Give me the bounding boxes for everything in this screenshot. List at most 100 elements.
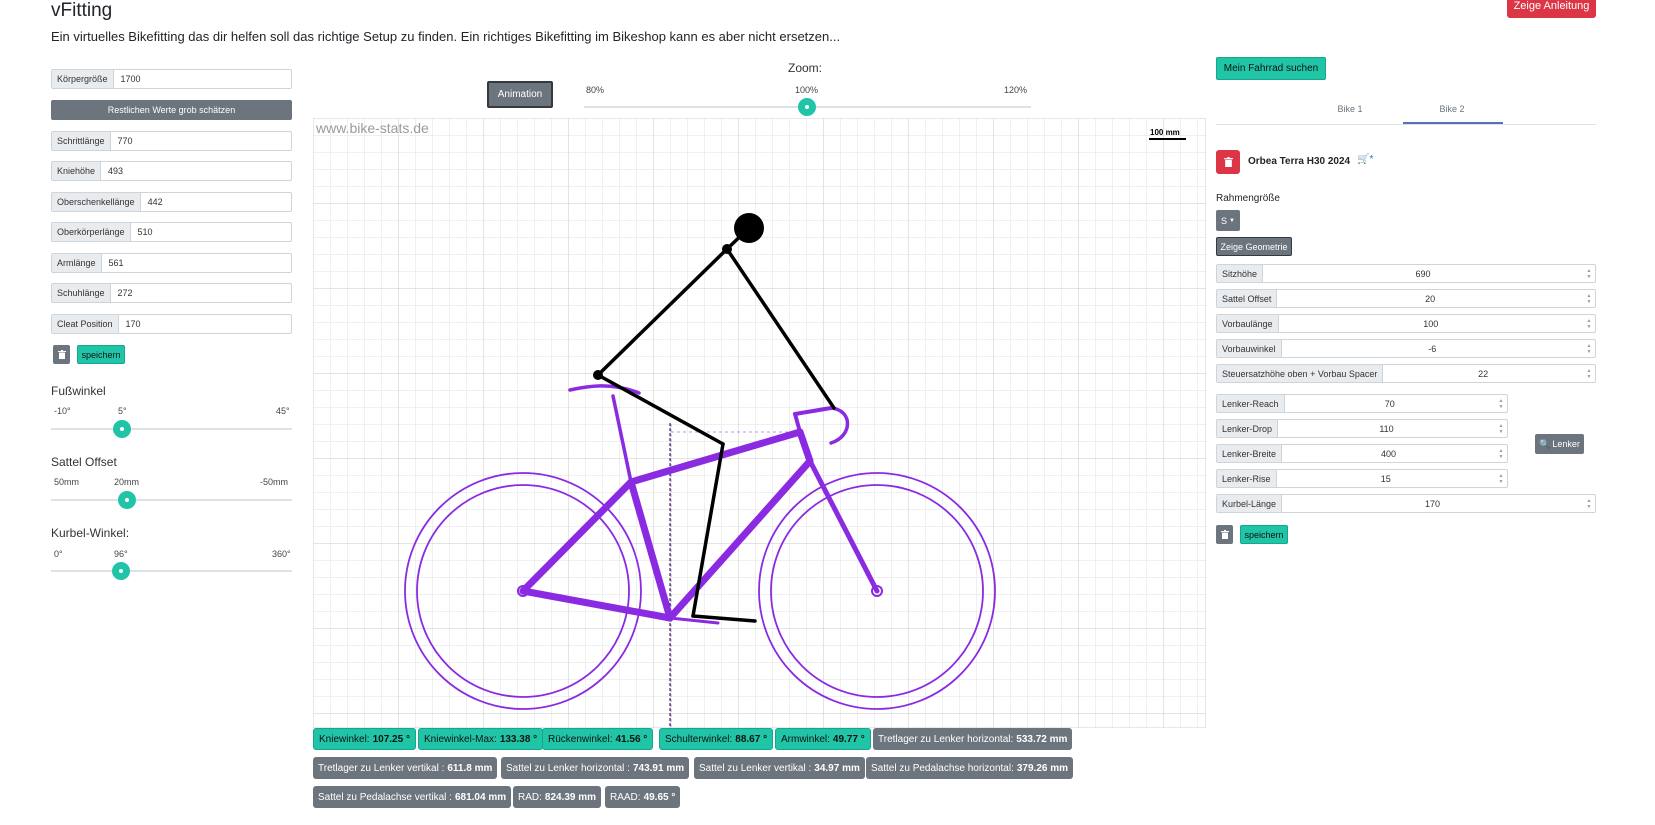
tabs-divider bbox=[1216, 124, 1596, 125]
zoom-handle[interactable] bbox=[798, 98, 816, 116]
metric-value: 107.25 ° bbox=[372, 733, 410, 745]
field-value[interactable]: 561 bbox=[102, 254, 131, 272]
fitting-canvas[interactable]: www.bike-stats.de 100 mm bbox=[313, 118, 1206, 728]
stepper-icon[interactable]: ▲ ▼ bbox=[1583, 265, 1595, 282]
crank-angle-track[interactable] bbox=[51, 570, 292, 572]
crank-angle-current: 96° bbox=[114, 549, 128, 559]
field-value[interactable]: 690 bbox=[1263, 265, 1583, 282]
stem-angle-field[interactable]: Vorbauwinkel -6 ▲ ▼ bbox=[1216, 339, 1596, 358]
stem-length-field[interactable]: Vorbaulänge 100 ▲ ▼ bbox=[1216, 314, 1596, 333]
metric-label: Tretlager zu Lenker vertikal : bbox=[318, 762, 445, 774]
cart-icon[interactable]: 🛒* bbox=[1357, 154, 1373, 165]
field-value[interactable]: 493 bbox=[101, 162, 130, 180]
saddle-offset-track[interactable] bbox=[51, 499, 292, 501]
body-height-value[interactable]: 1700 bbox=[114, 70, 148, 88]
field-value[interactable]: 110 bbox=[1278, 420, 1495, 437]
stepper-icon[interactable]: ▲ ▼ bbox=[1495, 420, 1507, 437]
field-value[interactable]: 770 bbox=[111, 132, 140, 150]
zoom-max: 120% bbox=[1004, 85, 1028, 95]
metric-badge: Sattel zu Lenker vertikal :34.97 mm bbox=[694, 757, 865, 779]
stepper-icon[interactable]: ▲ ▼ bbox=[1583, 365, 1595, 382]
metric-value: 533.72 mm bbox=[1016, 733, 1068, 745]
arm-length-field[interactable]: Armlänge 561 bbox=[51, 253, 292, 273]
metric-badge: Kniewinkel: 107.25 ° bbox=[313, 728, 416, 750]
crank-angle-handle[interactable] bbox=[112, 562, 130, 580]
saddle-offset-field[interactable]: Sattel Offset 20 ▲ ▼ bbox=[1216, 289, 1596, 308]
delete-button[interactable] bbox=[53, 345, 70, 364]
field-label: Vorbaulänge bbox=[1217, 315, 1279, 332]
metric-label: Rückenwinkel: bbox=[548, 733, 613, 745]
metric-value: 49.77 ° bbox=[832, 733, 865, 745]
headset-spacer-field[interactable]: Steuersatzhöhe oben + Vorbau Spacer 22 ▲ ▼ bbox=[1216, 364, 1596, 383]
field-label: Kniehöhe bbox=[52, 162, 102, 180]
field-value[interactable]: 272 bbox=[111, 284, 140, 302]
tab-bike-1[interactable]: Bike 1 bbox=[1320, 104, 1380, 114]
saddle-offset-title: Sattel Offset bbox=[51, 455, 117, 469]
field-value[interactable]: 442 bbox=[141, 193, 170, 211]
show-guide-button[interactable]: Zeige Anleitung bbox=[1507, 0, 1596, 18]
frame-size-select[interactable]: S ▼ bbox=[1216, 210, 1240, 231]
field-value[interactable]: 510 bbox=[131, 223, 160, 241]
seat-height-field[interactable]: Sitzhöhe 690 ▲ ▼ bbox=[1216, 264, 1596, 283]
metric-badge: Sattel zu Lenker horizontal :743.91 mm bbox=[501, 757, 690, 779]
field-value[interactable]: 15 bbox=[1277, 470, 1495, 487]
inseam-field[interactable]: Schrittlänge 770 bbox=[51, 131, 292, 151]
thigh-length-field[interactable]: Oberschenkellänge 442 bbox=[51, 192, 292, 212]
field-value[interactable]: -6 bbox=[1282, 340, 1583, 357]
body-height-field[interactable]: Körpergröße 1700 bbox=[51, 69, 292, 89]
metric-value: 824.39 mm bbox=[544, 791, 597, 803]
search-handlebar-button[interactable]: 🔍 Lenker bbox=[1535, 434, 1584, 454]
delete-bike-settings-button[interactable] bbox=[1216, 525, 1233, 544]
shoe-length-field[interactable]: Schuhlänge 272 bbox=[51, 283, 292, 303]
field-value[interactable]: 170 bbox=[1282, 495, 1583, 512]
field-value[interactable]: 100 bbox=[1279, 315, 1583, 332]
bar-reach-field[interactable]: Lenker-Reach 70 ▲ ▼ bbox=[1216, 394, 1508, 413]
saddle-offset-max: -50mm bbox=[260, 477, 289, 487]
tab-bike-2[interactable]: Bike 2 bbox=[1422, 104, 1482, 114]
saddle-offset-handle[interactable] bbox=[118, 491, 136, 509]
crank-angle-title: Kurbel-Winkel: bbox=[51, 526, 130, 540]
field-value[interactable]: 20 bbox=[1277, 290, 1583, 307]
field-value[interactable]: 70 bbox=[1285, 395, 1495, 412]
bar-drop-field[interactable]: Lenker-Drop 110 ▲ ▼ bbox=[1216, 419, 1508, 438]
foot-angle-track[interactable] bbox=[51, 428, 292, 430]
metric-label: Tretlager zu Lenker horizontal: bbox=[878, 733, 1014, 745]
watermark-text: www.bike-stats.de bbox=[315, 120, 429, 136]
field-label: Lenker-Breite bbox=[1217, 445, 1283, 462]
field-label: Sattel Offset bbox=[1217, 290, 1278, 307]
search-bike-button[interactable]: Mein Fahrrad suchen bbox=[1216, 57, 1326, 80]
foot-angle-max: 45° bbox=[276, 406, 290, 416]
field-value[interactable]: 170 bbox=[119, 315, 148, 333]
bar-width-field[interactable]: Lenker-Breite 400 ▲ ▼ bbox=[1216, 444, 1508, 463]
stepper-icon[interactable]: ▲ ▼ bbox=[1583, 495, 1595, 512]
cleat-position-field[interactable]: Cleat Position 170 bbox=[51, 314, 292, 334]
metric-label: Sattel zu Lenker horizontal : bbox=[506, 762, 630, 774]
field-value[interactable]: 22 bbox=[1383, 365, 1583, 382]
stepper-icon[interactable]: ▲ ▼ bbox=[1495, 395, 1507, 412]
stepper-icon[interactable]: ▲ ▼ bbox=[1495, 445, 1507, 462]
save-bike-button[interactable]: speichern bbox=[1240, 525, 1288, 544]
estimate-values-button[interactable]: Restlichen Werte grob schätzen bbox=[51, 100, 292, 120]
metric-label: Sattel zu Lenker vertikal : bbox=[699, 762, 812, 774]
stepper-icon[interactable]: ▲ ▼ bbox=[1583, 340, 1595, 357]
bar-rise-field[interactable]: Lenker-Rise 15 ▲ ▼ bbox=[1216, 469, 1508, 488]
torso-length-field[interactable]: Oberkörperlänge 510 bbox=[51, 222, 292, 242]
stepper-icon[interactable]: ▲ ▼ bbox=[1583, 290, 1595, 307]
metric-value: 133.38 ° bbox=[499, 733, 538, 745]
stepper-icon[interactable]: ▲ ▼ bbox=[1495, 470, 1507, 487]
body-height-label: Körpergröße bbox=[52, 70, 114, 88]
knee-height-field[interactable]: Kniehöhe 493 bbox=[51, 161, 292, 181]
delete-bike-button[interactable] bbox=[1216, 150, 1240, 174]
show-geometry-button[interactable]: Zeige Geometrie bbox=[1216, 237, 1292, 256]
field-value[interactable]: 400 bbox=[1282, 445, 1495, 462]
foot-angle-handle[interactable] bbox=[113, 420, 131, 438]
metric-badge: RAD: 824.39 mm bbox=[513, 786, 602, 808]
search-icon: 🔍 bbox=[1539, 438, 1551, 449]
field-label: Oberschenkellänge bbox=[52, 193, 141, 211]
metric-value: 34.97 mm bbox=[814, 762, 860, 774]
animation-button[interactable]: Animation bbox=[487, 81, 553, 108]
crank-length-field[interactable]: Kurbel-Länge 170 ▲ ▼ bbox=[1216, 494, 1596, 513]
stepper-icon[interactable]: ▲ ▼ bbox=[1583, 315, 1595, 332]
save-body-button[interactable]: speichern bbox=[77, 345, 125, 364]
zoom-min: 80% bbox=[586, 85, 605, 95]
